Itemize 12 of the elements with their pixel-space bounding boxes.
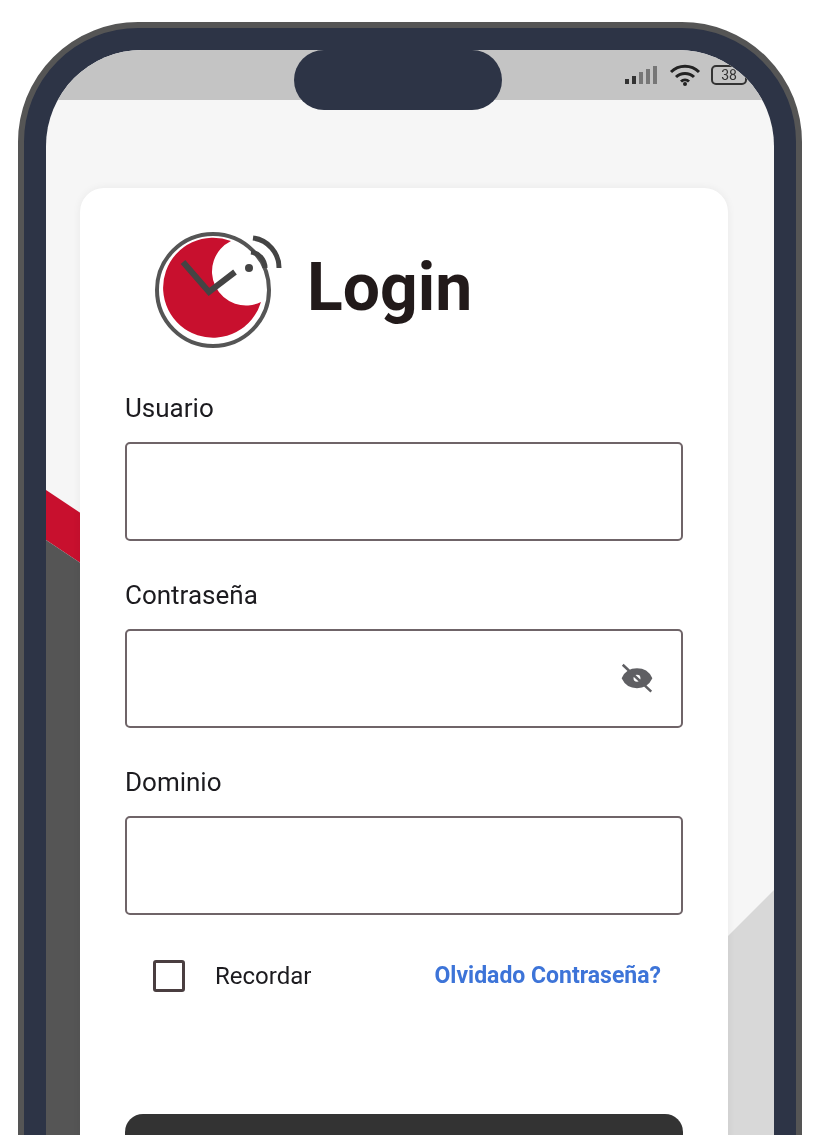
wifi-icon [669, 64, 702, 86]
input-field[interactable] [125, 629, 683, 728]
input-field[interactable] [125, 442, 683, 541]
field-label: Dominio [125, 766, 222, 798]
remember-label: Recordar [215, 961, 312, 992]
input-field[interactable] [125, 816, 683, 915]
forgot-password-link[interactable]: Olvidado Contraseña? [434, 958, 661, 994]
field-label: Contraseña [125, 579, 258, 611]
battery-indicator: 38 [711, 65, 747, 85]
signal-icon [625, 66, 660, 84]
field-label: Usuario [125, 392, 214, 424]
remember-checkbox[interactable] [153, 960, 185, 992]
